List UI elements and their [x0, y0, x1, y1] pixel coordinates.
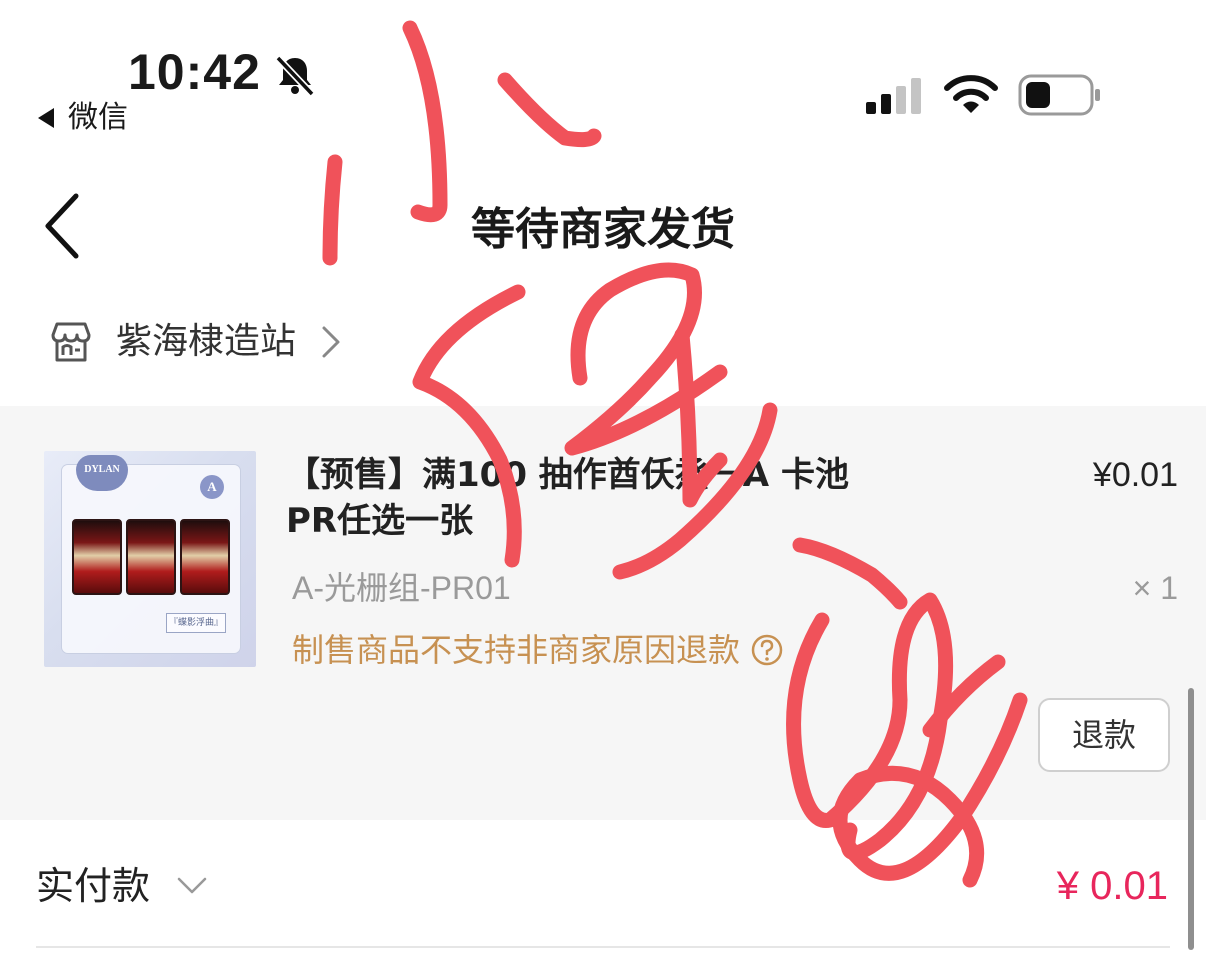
question-circle-icon[interactable]: [750, 633, 784, 667]
back-app-label: 微信: [68, 100, 128, 135]
photo-card-2: [126, 519, 176, 595]
item-title-line-1: 【预售】满100 抽作酋仸烝一A 卡池: [286, 455, 849, 495]
item-price: ¥0.01: [1092, 456, 1178, 494]
chevron-right-icon: [322, 326, 340, 358]
paid-label-toggle[interactable]: 实付款: [36, 856, 208, 916]
back-to-wechat-link[interactable]: 微信: [38, 98, 128, 138]
paid-amount-row[interactable]: 实付款 ¥ 0.01: [36, 856, 1170, 916]
divider: [36, 946, 1170, 948]
battery-icon: [1018, 74, 1100, 116]
paid-amount: ¥ 0.01: [1056, 864, 1168, 908]
shop-link[interactable]: 紫海棣造站: [48, 312, 342, 372]
scrollbar[interactable]: [1188, 688, 1194, 950]
refund-notice: 制售商品不支持非商家原因退款: [292, 628, 784, 672]
photo-card-3: [180, 519, 230, 595]
thumbnail-badge: A: [200, 475, 224, 499]
refund-button[interactable]: 退款: [1038, 698, 1170, 772]
chevron-down-icon: [177, 877, 207, 894]
item-title-line-2: PR任选一张: [286, 501, 474, 541]
refund-notice-text: 制售商品不支持非商家原因退款: [292, 631, 741, 669]
photo-card-1: [72, 519, 122, 595]
status-time: 10:42: [128, 44, 261, 100]
shop-name: 紫海棣造站: [116, 321, 297, 362]
wifi-icon: [944, 75, 998, 113]
product-thumbnail[interactable]: DYLAN A 『蝶影浮曲』: [44, 451, 256, 667]
bell-slash-icon: [275, 55, 315, 97]
cellular-signal-icon: [866, 78, 921, 114]
item-title[interactable]: 【预售】满100 抽作酋仸烝一A 卡池 PR任选一张: [286, 452, 886, 544]
back-triangle-icon: [38, 108, 54, 128]
thumbnail-tag: 『蝶影浮曲』: [166, 613, 226, 633]
store-icon: [51, 322, 91, 362]
item-spec: A-光栅组-PR01: [292, 570, 511, 606]
page-title: 等待商家发货: [471, 204, 735, 255]
thumbnail-heart-label: DYLAN: [76, 455, 128, 491]
paid-label: 实付款: [36, 864, 151, 908]
item-quantity: × 1: [1132, 570, 1178, 606]
